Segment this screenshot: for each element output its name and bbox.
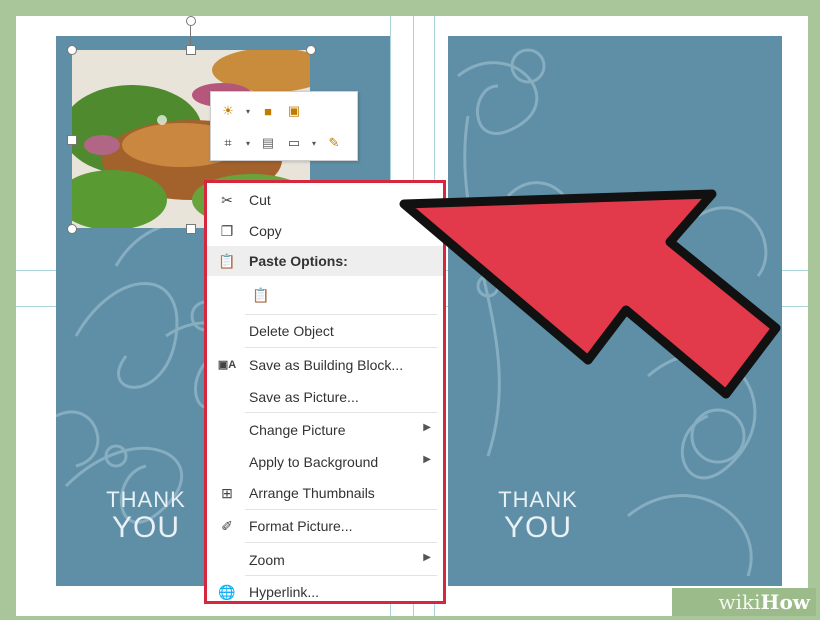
bring-forward-icon[interactable]: ■ [259,102,277,120]
menu-item-format-picture[interactable]: ✐ Format Picture... [207,511,443,541]
thank-you-text-right: THANK YOU [478,488,598,544]
watermark-how: How [760,590,810,614]
submenu-arrow-icon: ▶ [423,454,431,465]
paste-icon: 📋 [252,287,270,303]
menu-item-label: Delete Object [249,323,334,339]
resize-handle[interactable] [67,135,77,145]
menu-item-label: Paste Options: [249,253,348,269]
building-block-icon: ▣A [217,359,237,371]
menu-item-label: Change Picture [249,422,346,438]
menu-item-label: Arrange Thumbnails [249,485,375,501]
rotate-handle[interactable] [186,16,196,26]
hyperlink-icon: 🌐 [218,584,236,600]
resize-handle[interactable] [67,224,77,234]
clipboard-icon: 📋 [218,253,236,269]
format-picture-icon: ✐ [221,518,233,534]
format-painter-icon[interactable]: ✎ [325,134,343,152]
wrap-text-icon[interactable]: ▭ [285,134,303,152]
mini-toolbar: ☀ ▾ ■ ▣ ⌗ ▾ ▤ ▭ ▾ ✎ [210,91,358,161]
menu-item-label: Save as Picture... [249,389,359,405]
thank-word: THANK [106,487,186,512]
submenu-arrow-icon: ▶ [423,552,431,563]
brightness-icon[interactable]: ☀ [219,102,237,120]
menu-item-zoom[interactable]: Zoom ▶ [207,545,443,575]
menu-item-apply-to-background[interactable]: Apply to Background ▶ [207,447,443,477]
thank-you-text-left: THANK YOU [86,488,206,544]
crop-icon[interactable]: ⌗ [219,134,237,152]
you-word: YOU [503,511,572,544]
resize-handle[interactable] [67,45,77,55]
copy-format-icon[interactable]: ▤ [259,134,277,152]
menu-item-label: Zoom [249,552,285,568]
resize-handle[interactable] [306,45,316,55]
menu-item-label: Cut [249,192,271,208]
menu-item-label: Copy [249,223,282,239]
dropdown-arrow-icon[interactable]: ▾ [245,134,251,152]
menu-item-arrange-thumbnails[interactable]: ⊞ Arrange Thumbnails [207,478,443,508]
annotation-arrow-icon [399,189,781,399]
menu-item-hyperlink[interactable]: 🌐 Hyperlink... [207,577,443,607]
resize-handle[interactable] [186,45,196,55]
resize-handle[interactable] [186,224,196,234]
copy-icon: ❐ [220,223,234,239]
you-word: YOU [111,511,180,544]
menu-item-label: Format Picture... [249,518,353,534]
thank-word: THANK [498,487,578,512]
thumbnails-icon: ⊞ [221,485,233,501]
menu-separator [245,575,437,576]
dropdown-arrow-icon[interactable]: ▾ [245,102,251,120]
send-backward-icon[interactable]: ▣ [285,102,303,120]
menu-separator [245,542,437,543]
watermark-wiki: wiki [718,590,761,614]
menu-item-label: Apply to Background [249,454,379,470]
wikihow-watermark: wikiHow [672,588,816,616]
menu-item-label: Hyperlink... [249,584,320,600]
scissors-icon: ✂ [221,192,233,208]
rotate-handle-stem [190,26,191,46]
dropdown-arrow-icon[interactable]: ▾ [311,134,317,152]
menu-separator [245,509,437,510]
